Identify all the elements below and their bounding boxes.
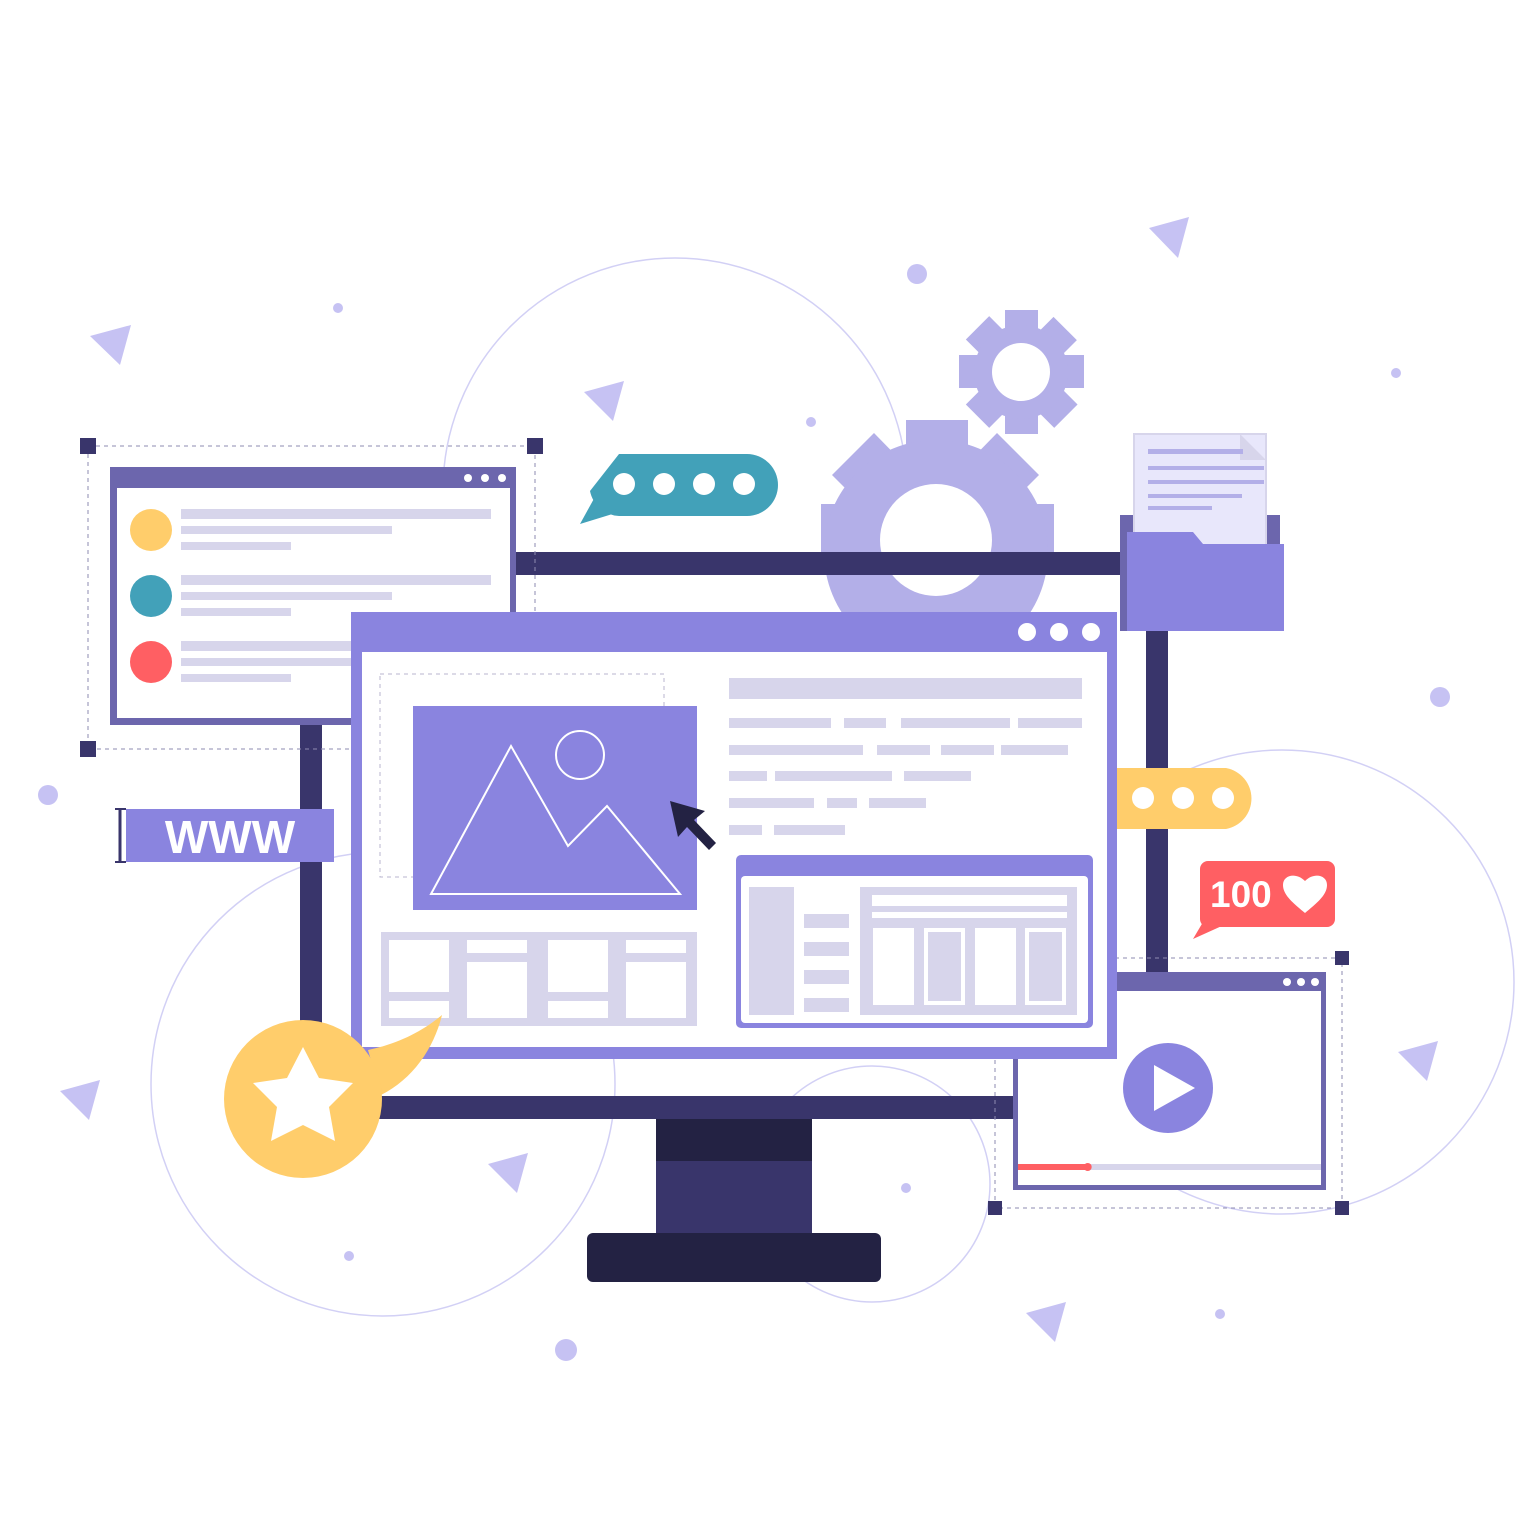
selection-handle: [1335, 951, 1349, 965]
avatar: [130, 575, 172, 617]
dots-icon: [1311, 978, 1319, 986]
likes-notification: 100: [1193, 861, 1335, 939]
decor-triangle: [1149, 217, 1189, 258]
small-gear-icon: [959, 310, 1084, 434]
monitor-base: [587, 1233, 881, 1282]
selection-handle: [527, 438, 543, 454]
teal-chat-bubble-icon: [580, 454, 778, 524]
folder-icon: [1120, 433, 1284, 631]
dots-icon: [1082, 623, 1100, 641]
avatar: [130, 509, 172, 551]
decor-triangle: [1026, 1302, 1066, 1342]
selection-handle: [1335, 1201, 1349, 1215]
monitor-neck: [656, 1161, 812, 1235]
decor-dot: [38, 785, 58, 805]
video-progress-handle[interactable]: [1083, 1163, 1092, 1171]
avatar: [130, 641, 172, 683]
dots-icon: [464, 474, 472, 482]
website-design-illustration: WWW 100: [38, 217, 1515, 1361]
decor-dot: [901, 1183, 911, 1193]
dots-icon: [1018, 623, 1036, 641]
decor-dot: [1430, 687, 1450, 707]
decor-dot: [344, 1251, 354, 1261]
decor-triangle: [60, 1080, 100, 1120]
selection-handle: [80, 438, 96, 454]
monitor-neck-upper: [656, 1119, 812, 1161]
dots-icon: [1283, 978, 1291, 986]
decor-dot: [1215, 1309, 1225, 1319]
www-badge: WWW: [115, 808, 334, 863]
dots-icon: [481, 474, 489, 482]
decor-triangle: [584, 381, 624, 421]
decor-dot: [555, 1339, 577, 1361]
decor-dot: [806, 417, 816, 427]
www-label: WWW: [165, 811, 296, 863]
decor-triangle: [488, 1153, 528, 1193]
decor-dot: [333, 303, 343, 313]
nested-dashboard-window: [736, 855, 1093, 1028]
decor-dot: [907, 264, 927, 284]
decor-triangle: [90, 325, 131, 365]
image-placeholder-icon: [413, 706, 697, 910]
main-website-window: [351, 612, 1117, 1059]
decor-dot: [1391, 368, 1401, 378]
dots-icon: [1050, 623, 1068, 641]
dots-icon: [1297, 978, 1305, 986]
dots-icon: [498, 474, 506, 482]
gallery-placeholder: [381, 932, 697, 1026]
selection-handle: [80, 741, 96, 757]
likes-count: 100: [1210, 874, 1272, 915]
video-progress-fill: [1018, 1164, 1088, 1170]
selection-handle: [988, 1201, 1002, 1215]
decor-triangle: [1398, 1041, 1438, 1081]
